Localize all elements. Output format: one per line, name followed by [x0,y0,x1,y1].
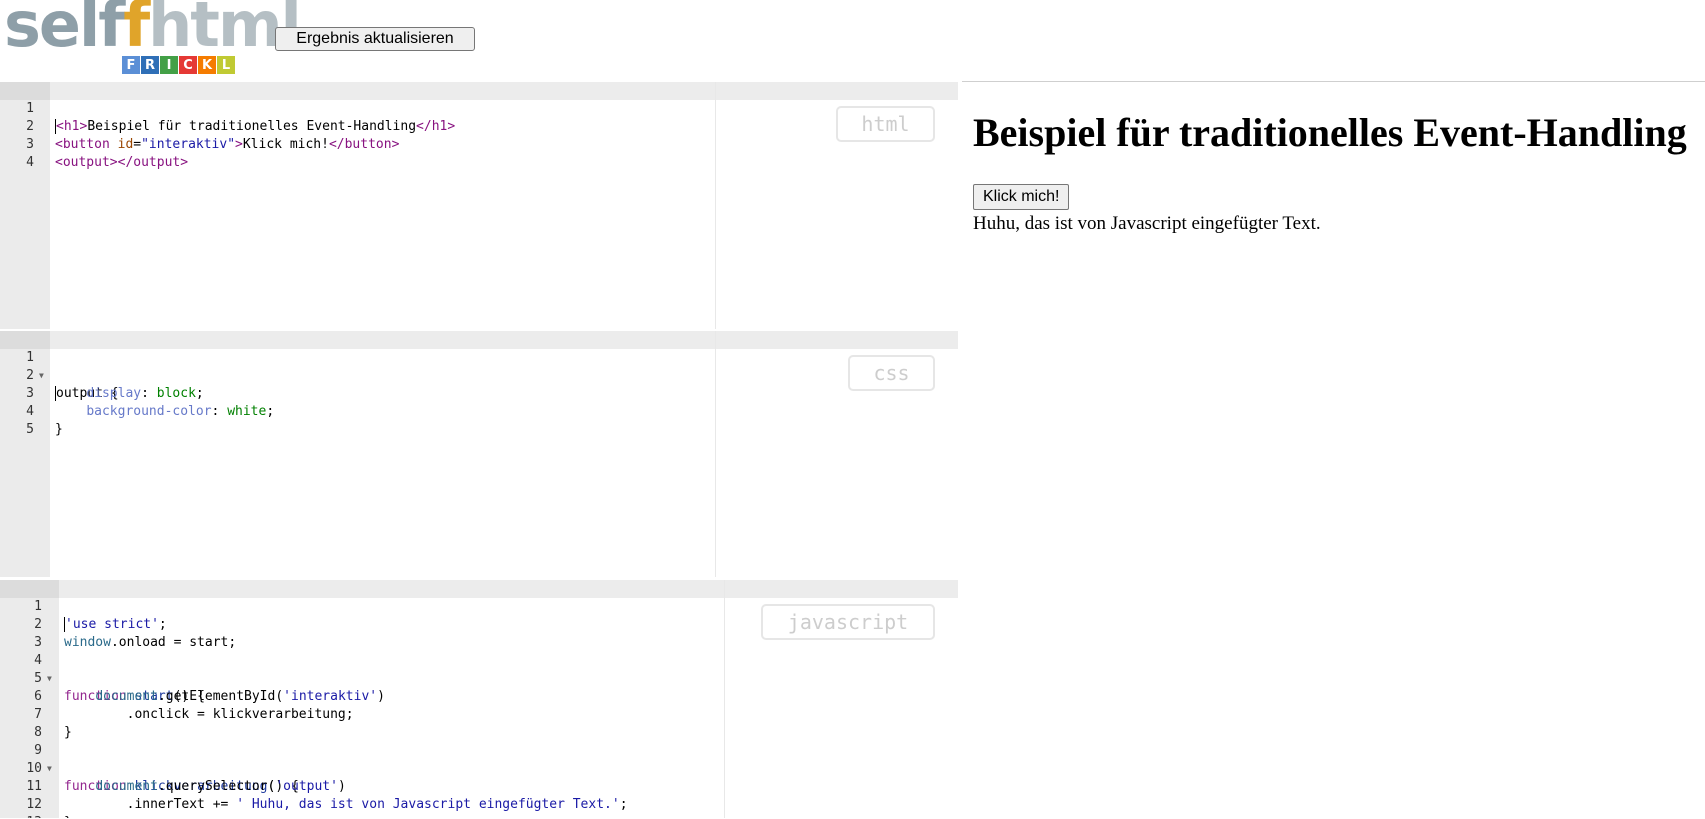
logo-tile: L [217,56,235,74]
selfhtml-frickl-logo: selffhtml F R I C K L [4,0,302,80]
css-code-lines: 1 ▼ output { 2 display: block; 3 backgro… [0,331,958,437]
code-line[interactable]: 7 } [0,688,958,740]
code-line[interactable]: 1 ▼ output { [0,331,958,401]
logo-tile: R [141,56,159,74]
preview-click-button[interactable]: Klick mich! [973,184,1070,210]
javascript-editor[interactable]: 1 'use strict'; 2 window.onload = start;… [0,580,958,818]
css-editor[interactable]: 1 ▼ output { 2 display: block; 3 backgro… [0,331,958,577]
javascript-mode-label: javascript [761,604,935,640]
update-result-button[interactable]: Ergebnis aktualisieren [275,27,475,51]
logo-tile: C [179,56,197,74]
preview-output: Huhu, das ist von Javascript eingefügter… [973,213,1321,234]
code-line[interactable]: 4 } [0,385,958,437]
logo-tile: K [198,56,216,74]
code-line[interactable]: 6 .onclick = klickverarbeitung; [0,670,958,722]
html-editor[interactable]: 1 <h1>Beispiel für traditionelles Event-… [0,82,958,329]
html-mode-label: html [836,106,935,142]
logo-tile: F [122,56,140,74]
logo-tile: I [160,56,178,74]
code-line[interactable]: 1 'use strict'; [0,580,958,632]
code-line[interactable]: 9 ▼ function klickverarbeitung() { [0,724,958,794]
code-line[interactable]: 3 <output></output> [0,118,958,170]
code-line[interactable]: 3 background-color: white; [0,367,958,419]
css-mode-label: css [848,355,935,391]
code-line[interactable]: 2 <button id="interaktiv">Klick mich!</b… [0,100,958,152]
code-line[interactable]: 2 display: block; [0,349,958,401]
code-line[interactable]: 12 } [0,778,958,818]
result-preview: Beispiel für traditionelles Event-Handli… [962,81,1705,819]
code-line[interactable]: 13 [0,796,958,818]
code-line[interactable]: 4 [0,136,958,170]
html-code-lines: 1 <h1>Beispiel für traditionelles Event-… [0,82,958,170]
logo-wordmark: selffhtml [4,0,302,61]
code-line[interactable]: 11 .innerText += ' Huhu, das ist von Jav… [0,760,958,812]
header: selffhtml F R I C K L Ergebnis aktualisi… [0,0,1705,81]
code-line[interactable]: 5 document.getElementById('interaktiv') [0,652,958,704]
logo-frickl-tiles: F R I C K L [122,56,235,74]
code-line[interactable]: 5 [0,403,958,437]
preview-heading: Beispiel für traditionelles Event-Handli… [973,110,1687,155]
code-line[interactable]: 10 document.querySelector('output') [0,742,958,794]
code-line[interactable]: 8 [0,706,958,740]
code-line[interactable]: 1 <h1>Beispiel für traditionelles Event-… [0,82,958,134]
